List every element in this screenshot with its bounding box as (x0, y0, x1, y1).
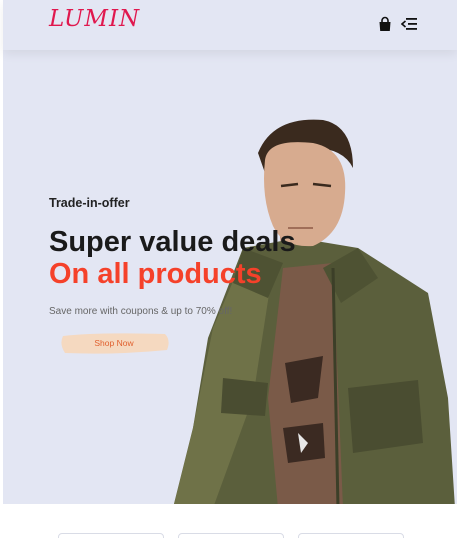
hero-model-image (174, 119, 455, 504)
shop-now-button[interactable]: Shop Now (57, 330, 171, 356)
hero-description: Save more with coupons & up to 70% off! (49, 306, 233, 317)
page: LUMIN Super value deals Save more with c… (0, 0, 457, 538)
feature-card (298, 533, 404, 538)
hero-subtitle: On all products (49, 258, 262, 290)
hero-kicker: Trade-in-offer (49, 196, 130, 210)
shop-now-label: Shop Now (94, 338, 134, 348)
hero-section: Super value deals Save more with coupons… (3, 50, 457, 504)
logo[interactable]: LUMIN (49, 6, 140, 32)
hero-title: Super value deals (49, 226, 296, 258)
feature-card (178, 533, 284, 538)
menu-icon[interactable] (401, 17, 417, 31)
feature-card (58, 533, 164, 538)
shopping-bag-icon[interactable] (377, 16, 393, 32)
header: LUMIN (3, 0, 457, 50)
